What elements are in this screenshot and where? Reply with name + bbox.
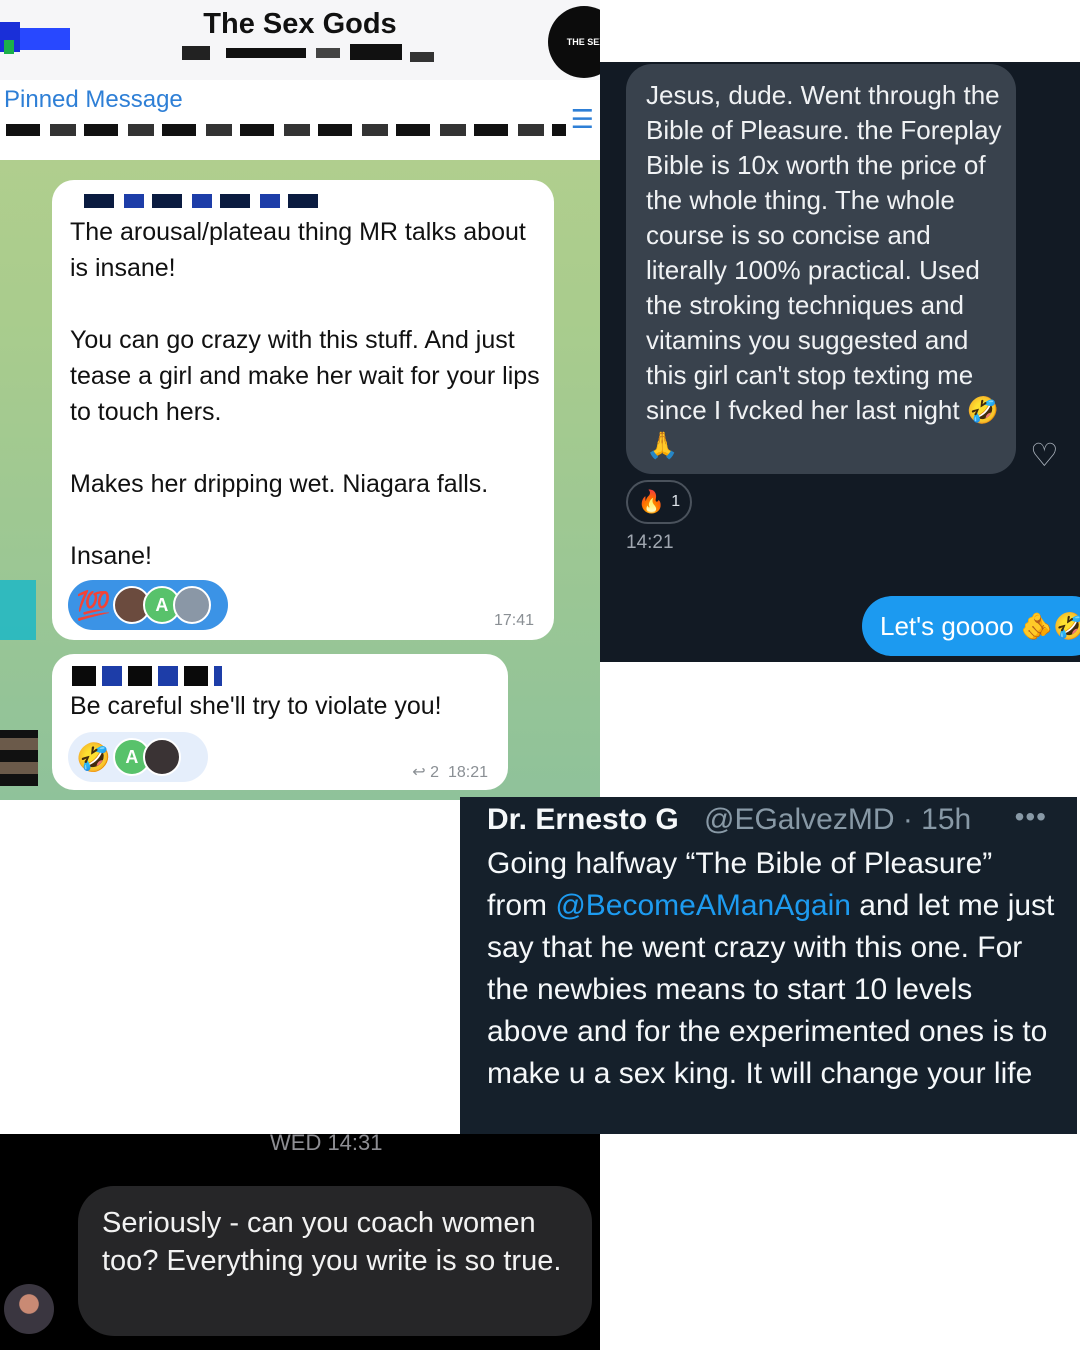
tweet-text: Going halfway “The Bible of Pleasure” fr…: [487, 847, 1055, 1090]
received-message-text: Jesus, dude. Went through the Bible of P…: [646, 80, 1002, 460]
more-options-icon[interactable]: •••: [1015, 801, 1047, 833]
message-reaction[interactable]: 🔥 1: [626, 480, 692, 524]
message-text: Be careful she'll try to violate you!: [70, 692, 442, 720]
message-timestamp: WED 14:31: [270, 1134, 383, 1155]
chat-title: The Sex Gods: [203, 8, 397, 40]
received-message-bubble[interactable]: Seriously - can you coach women too? Eve…: [78, 1186, 592, 1336]
pixelated-subtitle: [226, 48, 306, 58]
pixelated-avatar: [0, 730, 38, 786]
pixelated-avatar: [0, 580, 36, 640]
tweet-card[interactable]: Dr. Ernesto G @EGalvezMD · 15h ••• Going…: [460, 797, 1077, 1134]
heart-react-icon[interactable]: ♡: [1030, 436, 1066, 473]
rofl-emoji-icon: 🤣: [76, 741, 111, 773]
received-message-text: Seriously - can you coach women too? Eve…: [102, 1207, 562, 1277]
telegram-header: The Sex Gods THE SEX: [0, 0, 600, 80]
instagram-dm-panel: Jesus, dude. Went through the Bible of P…: [600, 62, 1080, 662]
message-time: 17:41: [493, 612, 534, 629]
reactor-avatar: [172, 586, 211, 624]
pinned-message-label: Pinned Message: [4, 86, 183, 113]
fire-emoji-icon: 🔥: [637, 489, 666, 514]
reaction-count: 1: [671, 493, 681, 510]
pixelated-subtitle: [350, 44, 402, 60]
sent-message-bubble[interactable]: Let's goooo 🫵🤣: [862, 596, 1080, 656]
reactor-avatar: [142, 738, 181, 776]
tweet-mention-link[interactable]: @BecomeAManAgain: [555, 889, 851, 922]
pixelated-subtitle: [410, 52, 434, 62]
message-text: The arousal/plateau thing MR talks about…: [70, 218, 540, 570]
pixelated-pinned-text: [6, 124, 566, 136]
pixelated-subtitle: [316, 48, 340, 58]
message-meta: ↩ 2 18:21: [412, 762, 488, 782]
pinned-list-icon[interactable]: ☰: [571, 104, 594, 135]
telegram-chat-panel: The Sex Gods THE SEX Pinned Message ☰ Th…: [0, 0, 600, 800]
message-bubble[interactable]: The arousal/plateau thing MR talks about…: [52, 180, 554, 640]
received-message-bubble[interactable]: Jesus, dude. Went through the Bible of P…: [626, 64, 1016, 474]
pixelated-subtitle: [182, 46, 210, 60]
pinned-message-bar[interactable]: Pinned Message ☰: [0, 80, 600, 160]
pixelated-sender-name: [84, 194, 324, 208]
pixelated-avatar: [4, 40, 14, 54]
reply-arrow-icon: ↩: [412, 764, 426, 781]
tweet-author-handle[interactable]: @EGalvezMD · 15h: [704, 803, 971, 837]
pixelated-sender-name: [72, 666, 222, 686]
message-time: 18:21: [447, 764, 488, 781]
hundred-emoji-icon: 💯: [76, 589, 111, 621]
message-reactions[interactable]: 🤣 A: [68, 732, 208, 782]
reply-count: 2: [430, 764, 440, 781]
message-bubble[interactable]: Be careful she'll try to violate you! 🤣 …: [52, 654, 508, 790]
message-reactions[interactable]: 💯 A: [68, 580, 228, 630]
tweet-author-name[interactable]: Dr. Ernesto G: [487, 803, 679, 837]
message-time: 14:21: [626, 532, 674, 553]
sender-avatar[interactable]: [4, 1284, 54, 1334]
sent-message-text: Let's goooo 🫵🤣: [880, 611, 1080, 641]
direct-message-panel: WED 14:31 Seriously - can you coach wome…: [0, 1134, 600, 1350]
